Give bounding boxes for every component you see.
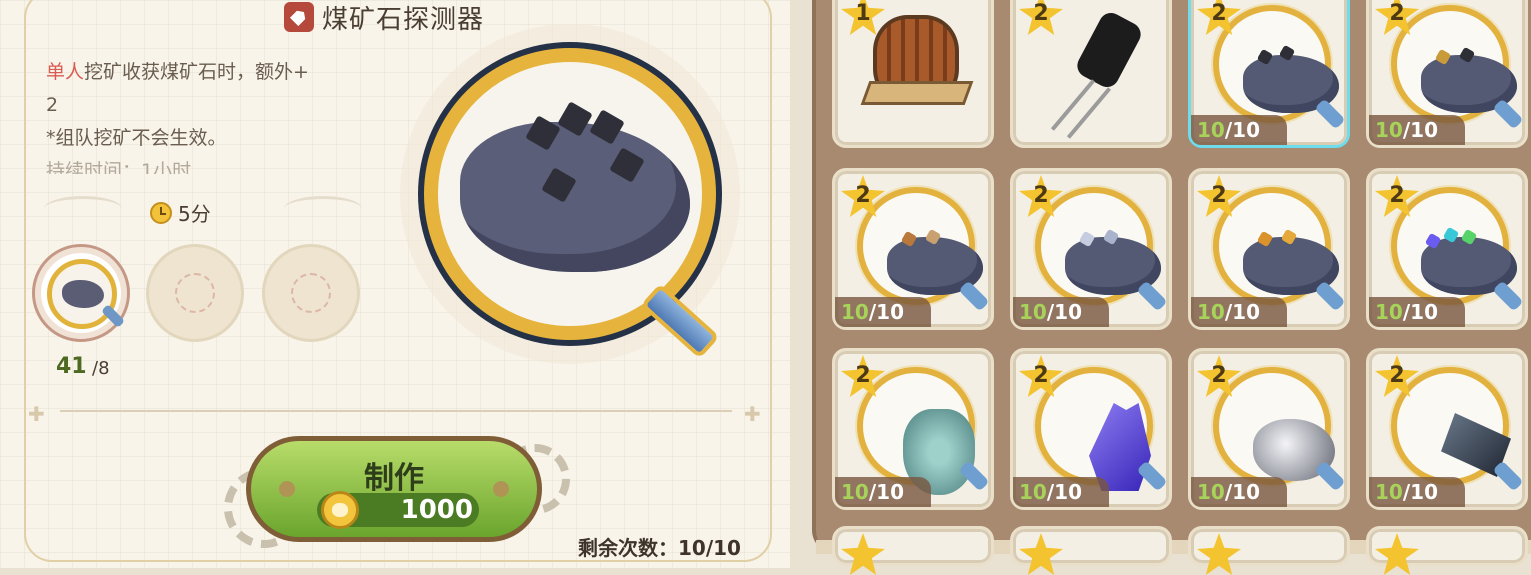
panel-gap xyxy=(790,0,810,568)
inventory-panel[interactable]: 1 2 2 10/10 2 10/10 2 10/10 2 10/10 2 10… xyxy=(812,0,1531,575)
desc-line1: 挖矿收获煤矿石时，额外+ xyxy=(84,61,309,83)
item-description[interactable]: 单人挖矿收获煤矿石时，额外+ 2 *组队挖矿不会生效。 持续时间：1小时 xyxy=(46,56,386,174)
inventory-item-crystal-detector[interactable]: 2 10/10 xyxy=(1010,348,1172,510)
solo-highlight: 单人 xyxy=(46,61,85,83)
desc-line4: 持续时间：1小时 xyxy=(46,160,192,174)
empty-slot-flower-icon xyxy=(291,273,331,313)
item-quantity: 10/10 xyxy=(1369,297,1465,327)
star-icon xyxy=(841,533,885,575)
material-slot-1[interactable] xyxy=(32,244,130,342)
item-quantity: 10/10 xyxy=(1191,297,1287,327)
divider-ornament-left: ✚ xyxy=(28,402,45,426)
inventory-item-coil[interactable]: 1 xyxy=(832,0,994,148)
item-quantity: 10/10 xyxy=(835,477,931,507)
star-icon xyxy=(1019,533,1063,575)
inventory-item-dark-shard-detector[interactable]: 2 10/10 xyxy=(1366,348,1528,510)
inventory-item-partial[interactable] xyxy=(1366,526,1528,575)
item-star-level: 2 xyxy=(1033,1,1049,26)
inventory-item-coal-detector[interactable]: 2 10/10 xyxy=(1188,0,1350,148)
item-quantity: 10/10 xyxy=(1369,477,1465,507)
star-icon xyxy=(1197,533,1241,575)
section-divider xyxy=(60,410,732,412)
empty-slot-flower-icon xyxy=(175,273,215,313)
item-star-level: 2 xyxy=(1211,183,1227,208)
capacitor-icon xyxy=(1073,8,1145,92)
desc-line2: 2 xyxy=(46,94,59,116)
divider-ornament-right: ✚ xyxy=(744,402,761,426)
inventory-item-copper-detector[interactable]: 2 10/10 xyxy=(832,168,994,330)
material-required-count: /8 xyxy=(92,358,110,379)
decorative-swirl-left xyxy=(44,196,122,222)
craft-detail-panel: 煤矿石探测器 单人挖矿收获煤矿石时，额外+ 2 *组队挖矿不会生效。 持续时间：… xyxy=(0,0,790,568)
item-quantity: 10/10 xyxy=(1013,297,1109,327)
coin-icon xyxy=(321,491,359,529)
material-owned-count: 41 xyxy=(56,354,87,379)
inventory-item-partial[interactable] xyxy=(1010,526,1172,575)
inventory-item-gold-detector[interactable]: 2 10/10 xyxy=(1366,0,1528,148)
item-quantity: 10/10 xyxy=(1013,477,1109,507)
craft-time: 5分 xyxy=(150,198,211,227)
decorative-swirl-right xyxy=(284,196,362,222)
clock-icon xyxy=(150,201,172,224)
item-star-level: 2 xyxy=(1389,1,1405,26)
item-star-level: 2 xyxy=(1033,363,1049,388)
item-quantity: 10/10 xyxy=(1369,115,1465,145)
inventory-item-capacitor[interactable]: 2 xyxy=(1010,0,1172,148)
inventory-item-silver-detector[interactable]: 2 10/10 xyxy=(1010,168,1172,330)
item-quantity: 10/10 xyxy=(835,297,931,327)
item-star-level: 2 xyxy=(1033,183,1049,208)
inventory-item-jade-detector[interactable]: 2 10/10 xyxy=(832,348,994,510)
inventory-item-rainbow-detector[interactable]: 2 10/10 xyxy=(1366,168,1528,330)
coal-detector-material-icon xyxy=(47,259,117,329)
star-icon xyxy=(1375,533,1419,575)
item-title-bar: 煤矿石探测器 xyxy=(284,0,485,35)
inventory-item-partial[interactable] xyxy=(1188,526,1350,575)
craft-button[interactable]: 制作 1000 xyxy=(246,436,542,542)
item-star-level: 2 xyxy=(855,363,871,388)
item-star-level: 1 xyxy=(855,1,871,26)
remaining-count: 剩余次数：10/10 xyxy=(578,536,741,560)
inventory-item-partial[interactable] xyxy=(832,526,994,575)
craft-price: 1000 xyxy=(400,495,473,525)
material-slot-3[interactable] xyxy=(262,244,360,342)
item-star-level: 2 xyxy=(1211,363,1227,388)
item-quantity: 10/10 xyxy=(1191,115,1287,145)
item-title: 煤矿石探测器 xyxy=(322,4,485,35)
material-slot-2[interactable] xyxy=(146,244,244,342)
inventory-item-amber-detector[interactable]: 2 10/10 xyxy=(1188,168,1350,330)
item-quantity: 10/10 xyxy=(1191,477,1287,507)
coal-rock-image xyxy=(460,122,690,272)
craft-time-value: 5分 xyxy=(178,202,211,226)
item-star-level: 2 xyxy=(1211,1,1227,26)
craft-button-label: 制作 xyxy=(364,461,424,496)
tag-icon xyxy=(284,2,314,32)
item-star-level: 2 xyxy=(855,183,871,208)
item-star-level: 2 xyxy=(1389,363,1405,388)
item-star-level: 2 xyxy=(1389,183,1405,208)
inventory-item-silver-stone-detector[interactable]: 2 10/10 xyxy=(1188,348,1350,510)
desc-line3: *组队挖矿不会生效。 xyxy=(46,127,227,149)
